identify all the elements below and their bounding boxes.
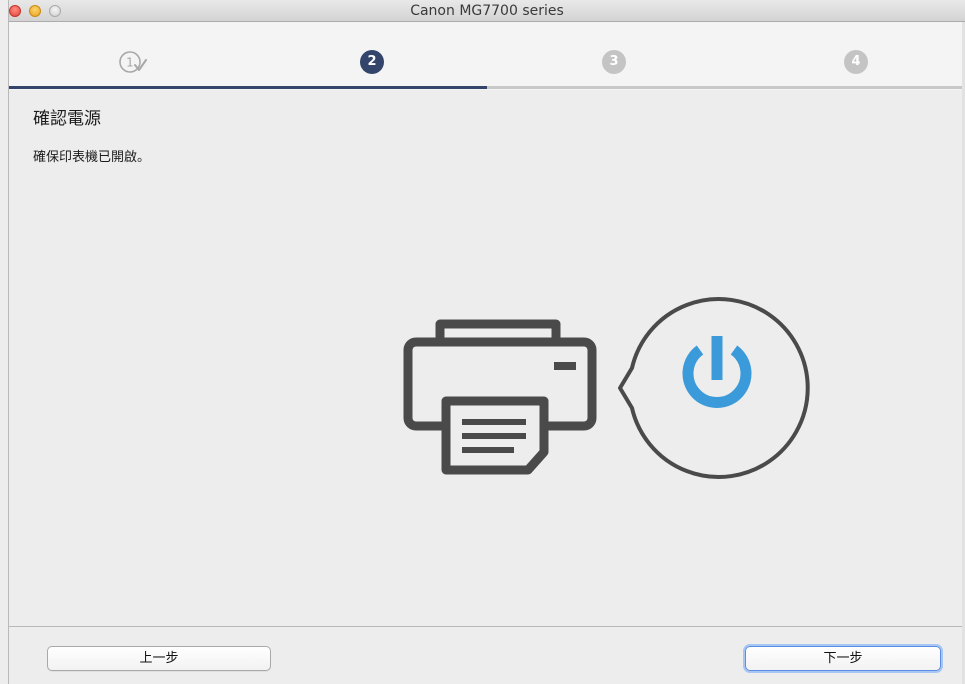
step-1-label: 1 — [126, 56, 134, 70]
page-title: 確認電源 — [33, 109, 101, 129]
speech-bubble-icon — [618, 297, 810, 479]
back-button[interactable]: 上一步 — [47, 646, 271, 671]
footer-divider — [9, 626, 965, 627]
printer-icon — [403, 319, 597, 475]
progress-bar-fill — [9, 86, 487, 89]
step-3-marker: 3 — [602, 50, 626, 74]
page-description: 確保印表機已開啟。 — [33, 150, 151, 165]
step-4-marker: 4 — [844, 50, 868, 74]
power-icon — [682, 336, 752, 408]
step-indicator: 1 2 3 4 — [9, 22, 965, 90]
title-bar: Canon MG7700 series — [9, 0, 965, 22]
progress-bar — [9, 86, 965, 89]
step-2-label: 2 — [367, 54, 377, 69]
installer-window: Canon MG7700 series 1 2 3 4 確認電源 確保印表機已開… — [8, 0, 965, 684]
step-1-completed-icon: 1 — [119, 51, 147, 73]
step-4-label: 4 — [851, 54, 861, 69]
printer-display-icon — [554, 362, 576, 370]
step-3-label: 3 — [609, 54, 619, 69]
next-button[interactable]: 下一步 — [745, 646, 941, 671]
printer-power-illustration — [403, 297, 810, 479]
window-title: Canon MG7700 series — [410, 3, 564, 19]
step-2-marker: 2 — [360, 50, 384, 74]
